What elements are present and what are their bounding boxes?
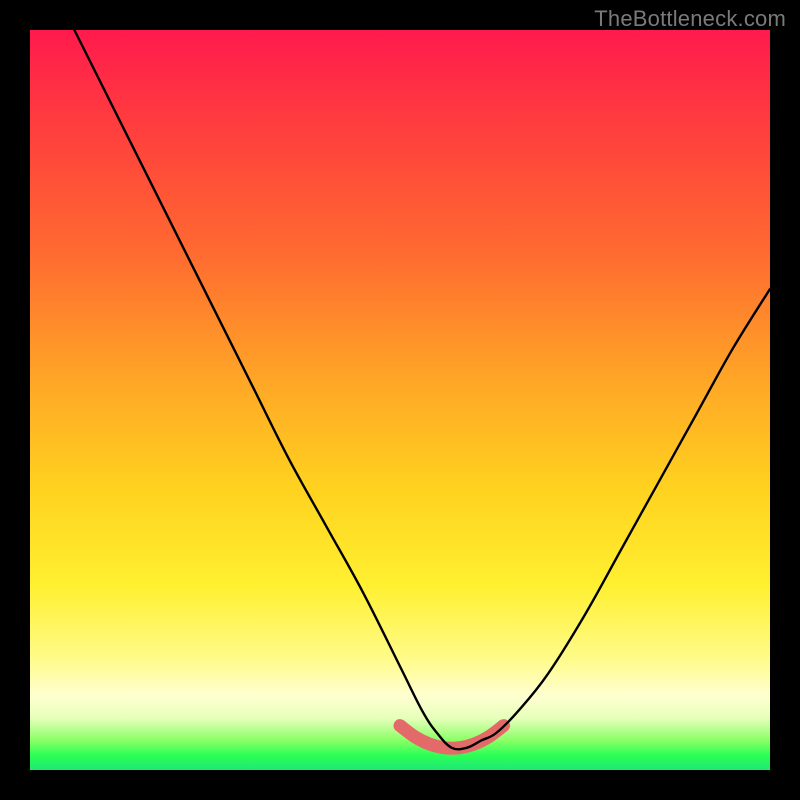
watermark-text: TheBottleneck.com — [594, 6, 786, 32]
chart-frame: TheBottleneck.com — [0, 0, 800, 800]
plot-area — [30, 30, 770, 770]
curve-layer — [30, 30, 770, 770]
bottleneck-curve — [74, 30, 770, 749]
